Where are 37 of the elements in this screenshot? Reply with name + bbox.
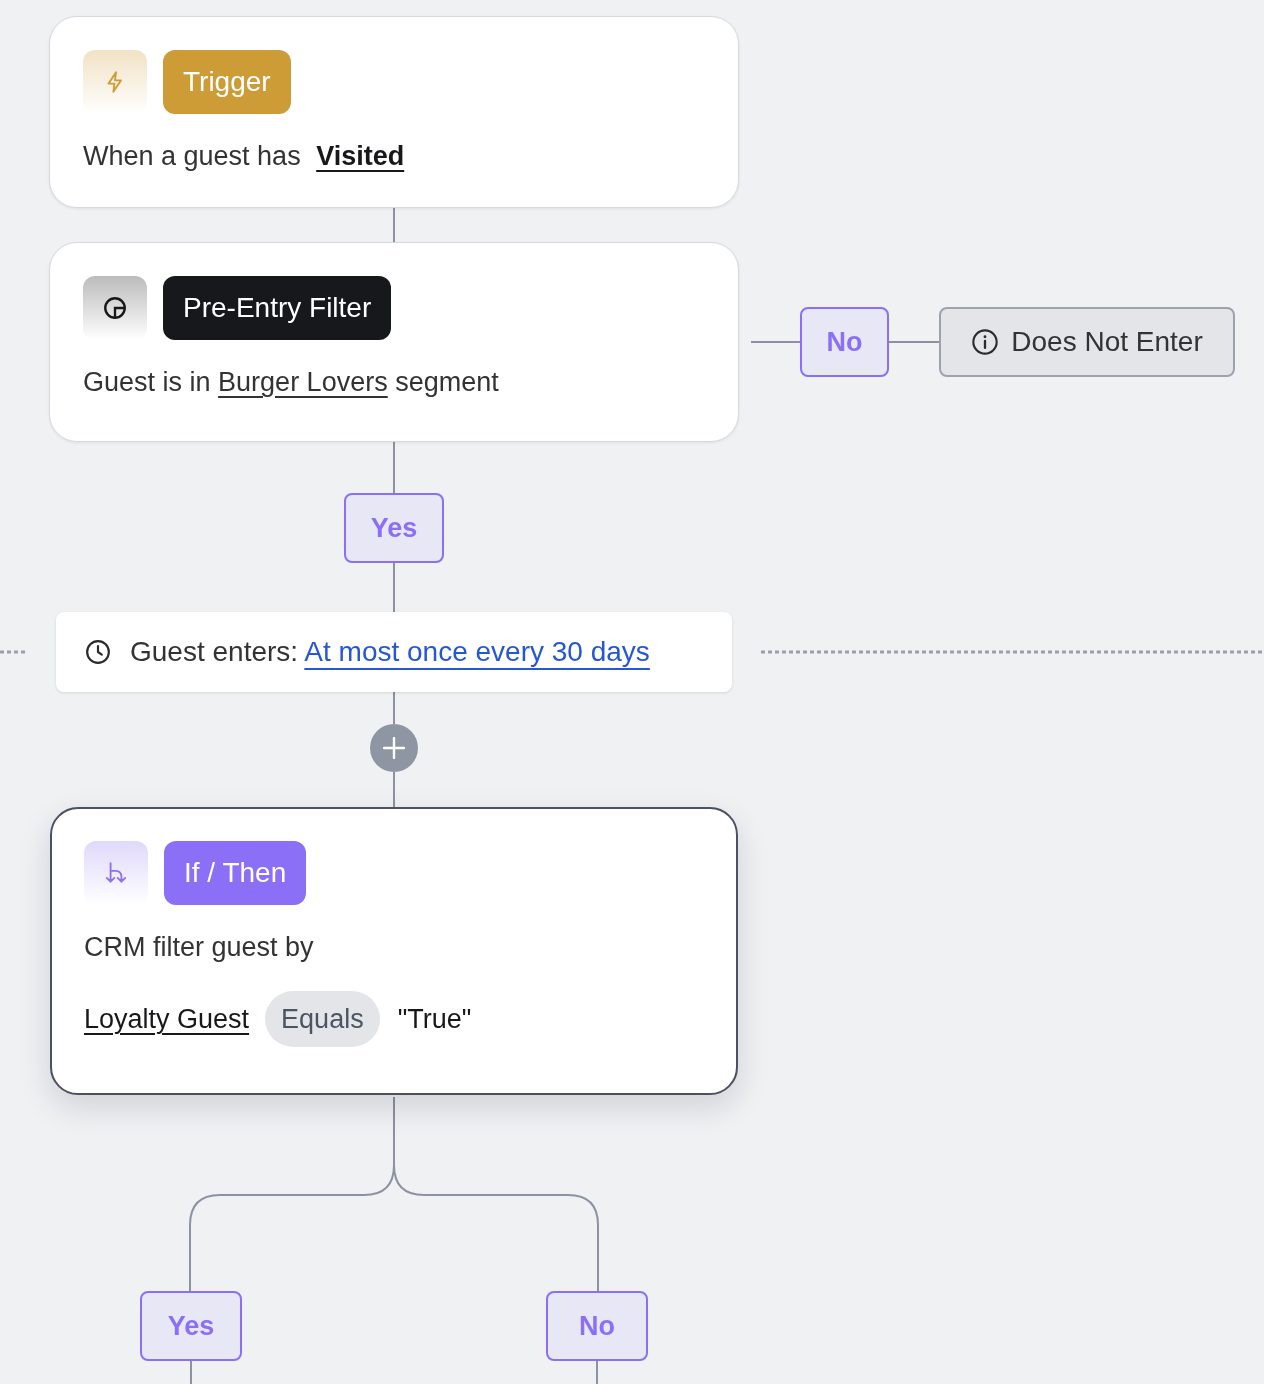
step-description: When a guest has Visited <box>83 140 406 173</box>
text-link[interactable]: Burger Lovers <box>218 367 388 397</box>
connector-line <box>888 341 940 343</box>
entry-rule-text: Guest enters: At most once every 30 days <box>130 635 650 669</box>
step-card[interactable]: Trigger When a guest has Visited <box>49 16 739 208</box>
branch-label: Yes <box>344 493 444 563</box>
condition-value: "True" <box>397 1003 472 1036</box>
step-type-badge: If / Then <box>164 841 307 905</box>
connector-line <box>750 341 801 343</box>
connector-line <box>596 1360 598 1384</box>
text-link[interactable]: Visited <box>316 141 405 171</box>
operator-chip[interactable]: Equals <box>265 991 380 1047</box>
connector-line <box>393 771 395 808</box>
connector-line <box>393 691 395 725</box>
end-node-label: Does Not Enter <box>1011 325 1203 359</box>
frequency-link[interactable]: At most once every 30 days <box>304 636 650 667</box>
clock-icon <box>85 639 111 665</box>
step-card[interactable]: Pre-Entry Filter Guest is in Burger Lovers segment <box>49 242 739 442</box>
info-icon <box>971 328 1000 356</box>
connector-line <box>393 207 395 243</box>
plus-icon <box>383 737 405 759</box>
step-type-badge: Trigger <box>163 50 291 114</box>
step-description: CRM filter guest by <box>84 931 315 964</box>
step-card[interactable]: If / Then CRM filter guest by Loyalty Guest Equals "True" <box>50 807 738 1095</box>
add-step-button[interactable] <box>370 724 418 772</box>
step-type-badge: Pre-Entry Filter <box>163 276 392 340</box>
lightning-icon <box>83 50 147 114</box>
branch-label: No <box>546 1291 648 1361</box>
branch-label: No <box>800 307 889 377</box>
pie-chart-icon <box>83 276 147 340</box>
connector-line <box>393 562 395 613</box>
branch-label: Yes <box>140 1291 242 1361</box>
field-link[interactable]: Loyalty Guest <box>84 999 250 1039</box>
dashed-line <box>0 650 28 654</box>
connector-line <box>190 1360 192 1384</box>
step-description: Guest is in Burger Lovers segment <box>83 366 500 399</box>
connector-line <box>393 441 395 494</box>
